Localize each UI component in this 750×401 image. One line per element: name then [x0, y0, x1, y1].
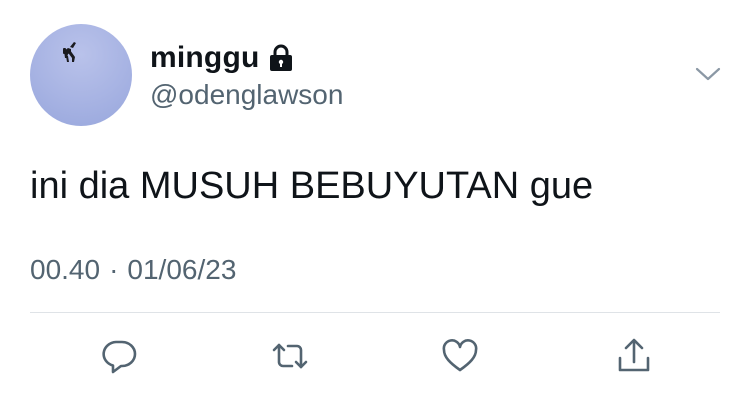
timestamp-separator: · — [109, 254, 119, 285]
retweet-button[interactable] — [268, 334, 312, 378]
user-handle[interactable]: @odenglawson — [150, 79, 343, 111]
dog-silhouette-icon — [63, 42, 76, 62]
tweet-date: 01/06/23 — [127, 254, 237, 285]
avatar[interactable] — [30, 24, 132, 126]
chevron-down-icon[interactable] — [694, 64, 722, 84]
heart-icon — [442, 339, 478, 372]
tweet-detail: minggu @odenglawson ini dia MUSUH BEBUYU… — [0, 0, 750, 401]
reply-button[interactable] — [97, 334, 141, 378]
share-icon — [618, 338, 650, 372]
reply-icon — [102, 340, 137, 374]
retweet-icon — [272, 343, 308, 369]
display-name[interactable]: minggu — [150, 41, 260, 75]
share-button[interactable] — [612, 334, 656, 378]
like-button[interactable] — [438, 334, 482, 378]
name-row: minggu — [150, 40, 294, 76]
divider — [30, 312, 720, 313]
tweet-text: ini dia MUSUH BEBUYUTAN gue — [30, 165, 594, 207]
timestamp[interactable]: 00.40 · 01/06/23 — [30, 254, 236, 286]
tweet-time: 00.40 — [30, 254, 101, 285]
lock-icon — [268, 43, 294, 73]
